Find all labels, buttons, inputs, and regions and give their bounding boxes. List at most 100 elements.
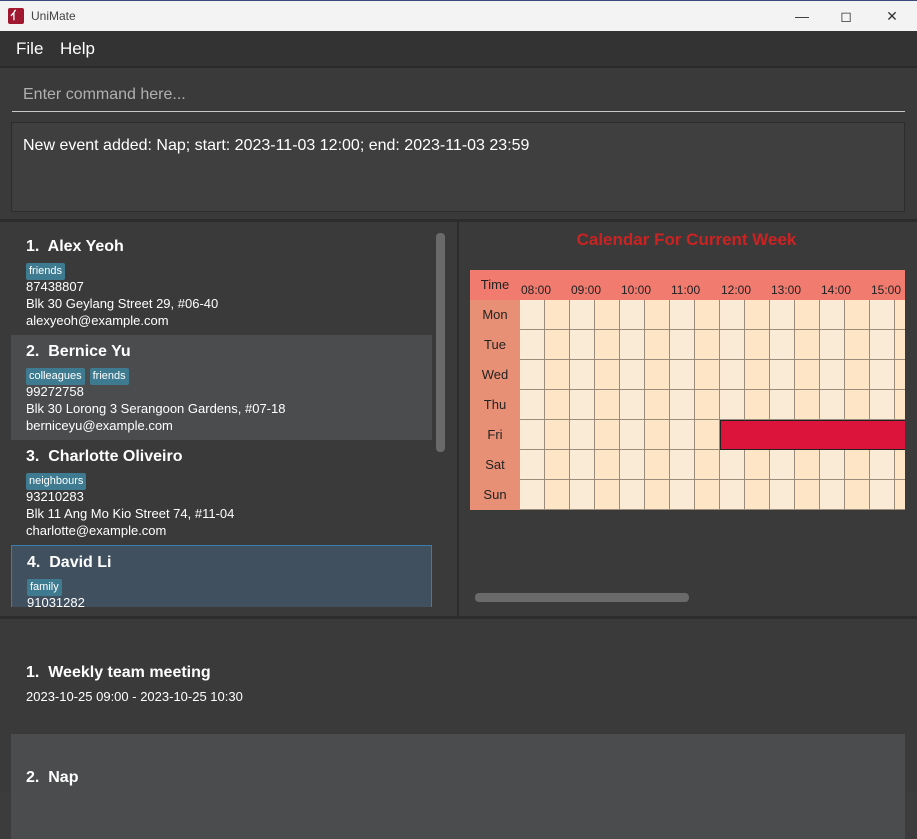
calendar-cell bbox=[520, 330, 545, 360]
calendar-panel: Calendar For Current Week Time 08:00 09:0… bbox=[459, 222, 917, 616]
calendar-cell bbox=[670, 480, 695, 510]
calendar-cell bbox=[620, 300, 645, 330]
tag-list: family bbox=[27, 577, 67, 596]
calendar-cell bbox=[895, 390, 905, 420]
calendar-cell bbox=[795, 300, 820, 330]
calendar-cell bbox=[820, 480, 845, 510]
close-icon[interactable]: ✕ bbox=[882, 6, 902, 26]
calendar-cell bbox=[570, 420, 595, 450]
person-address: Blk 30 Lorong 3 Serangoon Gardens, #07-1… bbox=[26, 401, 286, 416]
person-phone: 91031282 bbox=[27, 595, 85, 607]
calendar-cell bbox=[670, 390, 695, 420]
calendar-cell bbox=[720, 300, 745, 330]
day-label: Fri bbox=[470, 420, 520, 450]
hour-label: 08:00 bbox=[521, 283, 552, 297]
tag: family bbox=[27, 579, 62, 596]
tag: friends bbox=[26, 263, 66, 280]
hour-label: 14:00 bbox=[821, 283, 852, 297]
calendar-cell bbox=[645, 390, 670, 420]
person-list-scrollbar[interactable] bbox=[436, 233, 445, 452]
window-title: UniMate bbox=[31, 9, 76, 23]
calendar-cell bbox=[895, 330, 905, 360]
menu-file[interactable]: File bbox=[16, 39, 43, 59]
tag-list: colleagues friends bbox=[26, 366, 134, 385]
event-card[interactable]: 2. Nap bbox=[11, 734, 905, 839]
calendar-cell bbox=[820, 360, 845, 390]
calendar-cell bbox=[695, 420, 720, 450]
day-label: Thu bbox=[470, 390, 520, 420]
event-name: 1. Weekly team meeting bbox=[26, 664, 211, 681]
calendar-cell bbox=[820, 450, 845, 480]
calendar-cell bbox=[570, 330, 595, 360]
person-email: berniceyu@example.com bbox=[26, 418, 173, 433]
calendar-cell bbox=[845, 330, 870, 360]
event-time: 2023-10-25 09:00 - 2023-10-25 10:30 bbox=[26, 689, 243, 704]
hour-label: 15:00 bbox=[871, 283, 902, 297]
calendar-cell bbox=[870, 300, 895, 330]
person-card[interactable]: 2. Bernice Yu colleagues friends 99272758… bbox=[11, 335, 432, 440]
calendar-cell bbox=[595, 330, 620, 360]
calendar-cell bbox=[720, 480, 745, 510]
calendar-cell bbox=[795, 480, 820, 510]
calendar-event-block[interactable] bbox=[720, 420, 905, 450]
calendar-cell bbox=[645, 450, 670, 480]
person-address: Blk 30 Geylang Street 29, #06-40 bbox=[26, 296, 219, 311]
calendar-cell bbox=[720, 390, 745, 420]
hour-label: 11:00 bbox=[671, 283, 701, 297]
calendar-cell bbox=[870, 360, 895, 390]
calendar-cell bbox=[895, 450, 905, 480]
calendar-cell bbox=[520, 420, 545, 450]
hour-label: 12:00 bbox=[721, 283, 752, 297]
person-card[interactable]: 1. Alex Yeoh friends 87438807 Blk 30 Gey… bbox=[11, 230, 432, 335]
calendar-cell bbox=[895, 360, 905, 390]
event-card[interactable]: 1. Weekly team meeting 2023-10-25 09:00 … bbox=[11, 629, 905, 734]
person-card[interactable]: 3. Charlotte Oliveiro neighbours 9321028… bbox=[11, 440, 432, 545]
calendar-cell bbox=[545, 330, 570, 360]
calendar-cell bbox=[820, 330, 845, 360]
day-label: Sat bbox=[470, 450, 520, 480]
calendar-cell bbox=[820, 390, 845, 420]
calendar-cell bbox=[620, 450, 645, 480]
calendar-cell bbox=[595, 360, 620, 390]
day-label: Wed bbox=[470, 360, 520, 390]
day-label: Sun bbox=[470, 480, 520, 510]
calendar-cell bbox=[670, 330, 695, 360]
calendar-cell bbox=[620, 360, 645, 390]
calendar-scrollbar[interactable] bbox=[475, 593, 689, 602]
calendar-cell bbox=[695, 330, 720, 360]
time-header: Time bbox=[470, 270, 520, 300]
minimize-icon[interactable]: — bbox=[792, 6, 812, 26]
calendar-cell bbox=[745, 360, 770, 390]
person-phone: 93210283 bbox=[26, 489, 84, 504]
calendar-cell bbox=[770, 330, 795, 360]
calendar-cell bbox=[745, 480, 770, 510]
calendar-cell bbox=[645, 360, 670, 390]
person-list: 1. Alex Yeoh friends 87438807 Blk 30 Gey… bbox=[11, 230, 432, 607]
calendar-cell bbox=[745, 390, 770, 420]
calendar-cell bbox=[620, 330, 645, 360]
person-name: 2. Bernice Yu bbox=[26, 343, 131, 360]
tag: neighbours bbox=[26, 473, 87, 490]
person-phone: 99272758 bbox=[26, 384, 84, 399]
event-name: 2. Nap bbox=[26, 769, 79, 786]
calendar-cell bbox=[845, 390, 870, 420]
command-input[interactable] bbox=[12, 78, 905, 112]
calendar-cell bbox=[770, 450, 795, 480]
calendar-cell bbox=[595, 420, 620, 450]
calendar-cell bbox=[520, 480, 545, 510]
title-bar: 亻 UniMate — ◻ ✕ bbox=[0, 0, 917, 31]
calendar-cell bbox=[870, 480, 895, 510]
menu-help[interactable]: Help bbox=[60, 39, 95, 59]
calendar-cell bbox=[570, 360, 595, 390]
person-list-panel: 1. Alex Yeoh friends 87438807 Blk 30 Gey… bbox=[0, 222, 457, 616]
calendar-cell bbox=[870, 390, 895, 420]
person-email: charlotte@example.com bbox=[26, 523, 167, 538]
calendar-cell bbox=[520, 300, 545, 330]
calendar-cell bbox=[745, 330, 770, 360]
person-card-selected[interactable]: 4. David Li family 91031282 bbox=[11, 545, 432, 607]
menu-bar: File Help bbox=[0, 31, 917, 67]
maximize-icon[interactable]: ◻ bbox=[836, 6, 856, 26]
calendar-cell bbox=[795, 390, 820, 420]
calendar-cell bbox=[845, 360, 870, 390]
result-text: New event added: Nap; start: 2023-11-03 … bbox=[23, 137, 530, 154]
